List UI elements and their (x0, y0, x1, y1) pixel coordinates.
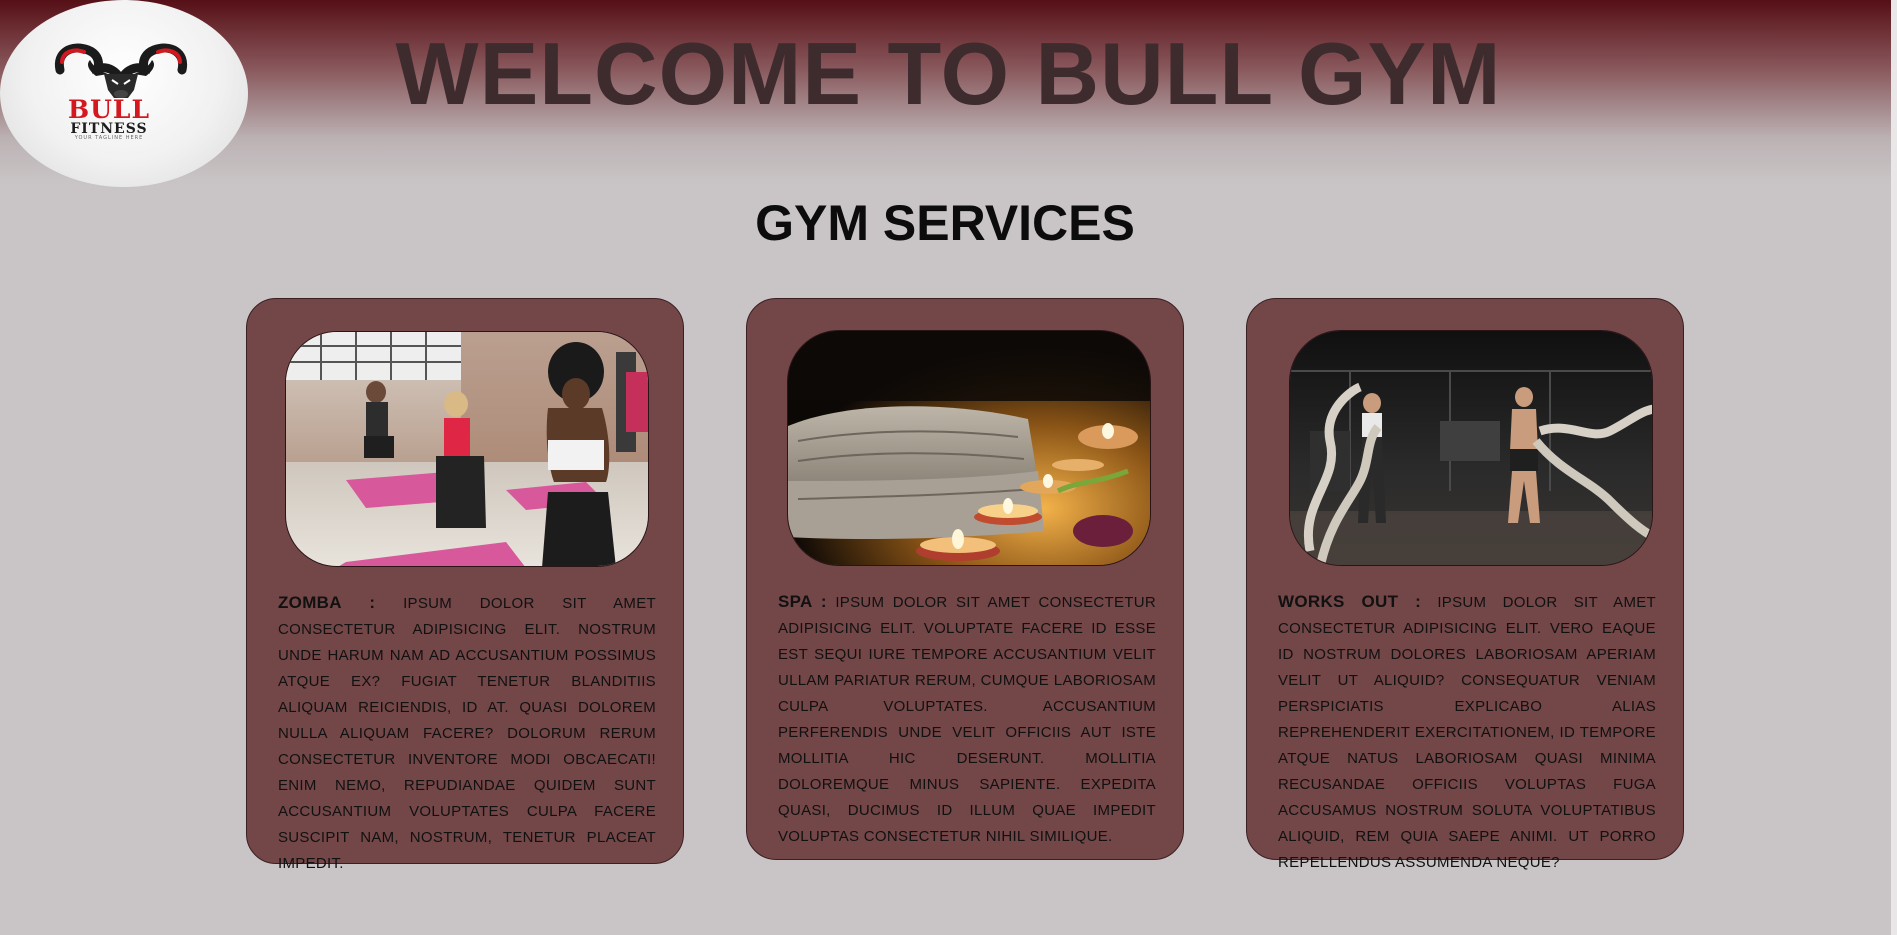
service-card-spa: SPA : Ipsum dolor sit amet consectetur a… (746, 298, 1184, 860)
service-card-workout: WORKS OUT : Ipsum dolor sit amet consect… (1246, 298, 1684, 871)
service-card-zumba: ZOMBA : Ipsum dolor sit amet consectetur… (246, 298, 684, 872)
service-description: ZOMBA : Ipsum dolor sit amet consectetur… (278, 590, 656, 877)
service-text: Ipsum dolor sit amet consectetur adipisi… (778, 594, 1157, 845)
logo-tagline: YOUR TAGLINE HERE (74, 135, 144, 141)
service-label: WORKS OUT : (1278, 592, 1422, 611)
service-description: SPA : Ipsum dolor sit amet consectetur a… (778, 589, 1156, 850)
page-scrollbar[interactable] (1891, 0, 1897, 935)
service-label: ZOMBA : (278, 593, 376, 612)
services-heading: GYM SERVICES (755, 195, 1135, 251)
page-title: WELCOME TO BULL GYM (395, 24, 1502, 123)
service-text: Ipsum dolor sit amet consectetur adipisi… (278, 595, 656, 872)
spa-image (787, 330, 1151, 566)
zumba-class-image (285, 331, 649, 567)
service-description: WORKS OUT : Ipsum dolor sit amet consect… (1278, 589, 1656, 876)
service-text: Ipsum dolor sit amet consectetur adipisi… (1278, 594, 1657, 871)
service-label: SPA : (778, 592, 827, 611)
workout-image (1289, 330, 1653, 566)
